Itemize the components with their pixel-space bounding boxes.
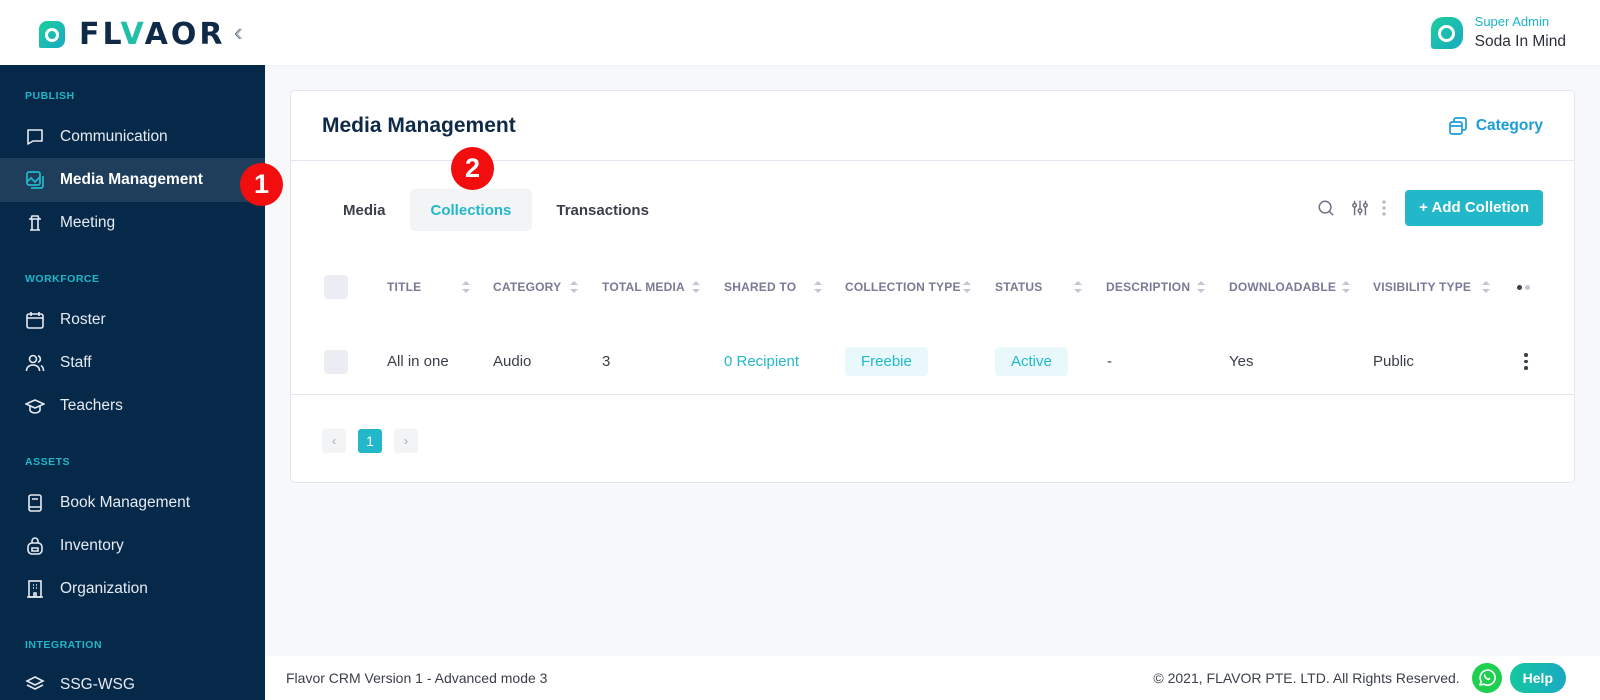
footer: Flavor CRM Version 1 - Advanced mode 3 ©… [265,656,1600,700]
column-header-category[interactable]: CATEGORY [493,263,561,311]
sidebar-item-teachers[interactable]: Teachers [0,384,265,428]
pagination: ‹ 1 › [322,429,418,453]
table-header-row: TITLE CATEGORY TOTAL MEDIA SHARED TO COL… [291,263,1574,311]
column-header-status[interactable]: STATUS [995,263,1042,311]
collapse-sidebar-button[interactable]: ‹‹ [234,18,241,46]
section-label-assets: ASSETS [25,456,71,468]
search-icon[interactable] [1315,197,1337,219]
prev-page-button[interactable]: ‹ [322,429,346,453]
filter-sliders-icon[interactable] [1349,197,1371,219]
step-badge-1: 1 [240,163,283,206]
cell-title: All in one [387,353,449,370]
sidebar-item-book-management[interactable]: Book Management [0,481,265,525]
top-header: FLVAOR ‹‹ Super Admin Soda In Mind [0,0,1600,65]
calendar-icon [25,310,45,330]
column-scroll-indicator[interactable] [1517,284,1530,290]
sort-icon[interactable] [1074,281,1082,293]
backpack-icon [25,536,45,556]
graduation-cap-icon [25,396,45,416]
sidebar-item-communication[interactable]: Communication [0,115,265,159]
column-header-visibility-type[interactable]: VISIBILITY TYPE [1373,263,1471,311]
sidebar-item-meeting[interactable]: Meeting [0,201,265,245]
more-options-icon[interactable] [1379,197,1389,219]
sort-icon[interactable] [1197,281,1205,293]
sort-icon[interactable] [963,281,971,293]
category-icon [1448,117,1467,135]
layers-icon [25,675,45,695]
table-toolbar: + Add Colletion [1303,189,1543,226]
column-header-title[interactable]: TITLE [387,263,421,311]
section-label-workforce: WORKFORCE [25,273,100,285]
tab-media[interactable]: Media [322,189,407,231]
cell-downloadable: Yes [1229,353,1254,370]
step-badge-2: 2 [451,147,494,190]
sort-icon[interactable] [570,281,578,293]
whatsapp-icon[interactable] [1471,663,1502,693]
sidebar-item-inventory[interactable]: Inventory [0,524,265,568]
sidebar-item-ssg-wsg[interactable]: SSG-WSG [0,663,265,700]
table-row[interactable]: All in one Audio 3 0 Recipient Freebie A… [291,329,1574,395]
row-checkbox[interactable] [324,349,348,374]
tab-transactions[interactable]: Transactions [535,189,670,231]
sidebar-item-media-management[interactable]: Media Management [0,158,265,202]
user-role: Super Admin [1474,14,1550,29]
shared-to-link[interactable]: 0 Recipient [724,329,799,394]
collection-type-badge: Freebie [845,347,928,376]
tabs: Media Collections Transactions [322,189,673,231]
row-actions-icon[interactable] [1520,349,1532,374]
cell-visibility-type: Public [1373,353,1414,370]
avatar [1430,17,1463,49]
cell-total-media: 3 [602,353,611,370]
sort-icon[interactable] [814,281,822,293]
cell-description: - [1107,353,1112,370]
help-button[interactable]: Help [1509,663,1566,693]
building-icon [25,579,45,599]
page-1-button[interactable]: 1 [358,429,382,453]
sort-icon[interactable] [462,281,470,293]
sidebar-item-staff[interactable]: Staff [0,341,265,385]
column-header-shared-to[interactable]: SHARED TO [724,263,796,311]
collections-table: TITLE CATEGORY TOTAL MEDIA SHARED TO COL… [291,263,1574,395]
sidebar-item-organization[interactable]: Organization [0,567,265,611]
section-label-publish: PUBLISH [25,90,75,102]
sort-icon[interactable] [1342,281,1350,293]
tab-collections[interactable]: Collections [409,189,533,231]
user-name: Soda In Mind [1474,33,1566,50]
select-all-checkbox[interactable] [324,275,348,299]
page-title: Media Management [322,114,516,137]
sort-icon[interactable] [692,281,700,293]
column-header-total-media[interactable]: TOTAL MEDIA [602,263,685,311]
version-text: Flavor CRM Version 1 - Advanced mode 3 [286,670,548,686]
media-icon [25,170,45,190]
status-badge: Active [995,347,1068,376]
column-header-downloadable[interactable]: DOWNLOADABLE [1229,263,1336,311]
logo-text: FLVAOR [79,17,226,52]
add-collection-button[interactable]: + Add Colletion [1405,189,1543,226]
podium-icon [25,213,45,233]
logo-icon [39,21,65,48]
section-label-integration: INTEGRATION [25,639,103,651]
category-button[interactable]: Category [1448,116,1543,136]
chat-icon [25,127,45,147]
sidebar: PUBLISH Communication Media Management M… [0,65,265,700]
sidebar-item-roster[interactable]: Roster [0,298,265,342]
next-page-button[interactable]: › [394,429,418,453]
column-header-collection-type[interactable]: COLLECTION TYPE [845,263,961,311]
column-header-description[interactable]: DESCRIPTION [1106,263,1190,311]
user-menu[interactable]: Super Admin Soda In Mind [1430,14,1566,52]
copyright-text: © 2021, FLAVOR PTE. LTD. All Rights Rese… [1153,670,1460,686]
book-icon [25,493,45,513]
users-icon [25,353,45,373]
flavor-logo[interactable]: FLVAOR [39,17,226,52]
cell-category: Audio [493,353,532,370]
sort-icon[interactable] [1482,281,1490,293]
